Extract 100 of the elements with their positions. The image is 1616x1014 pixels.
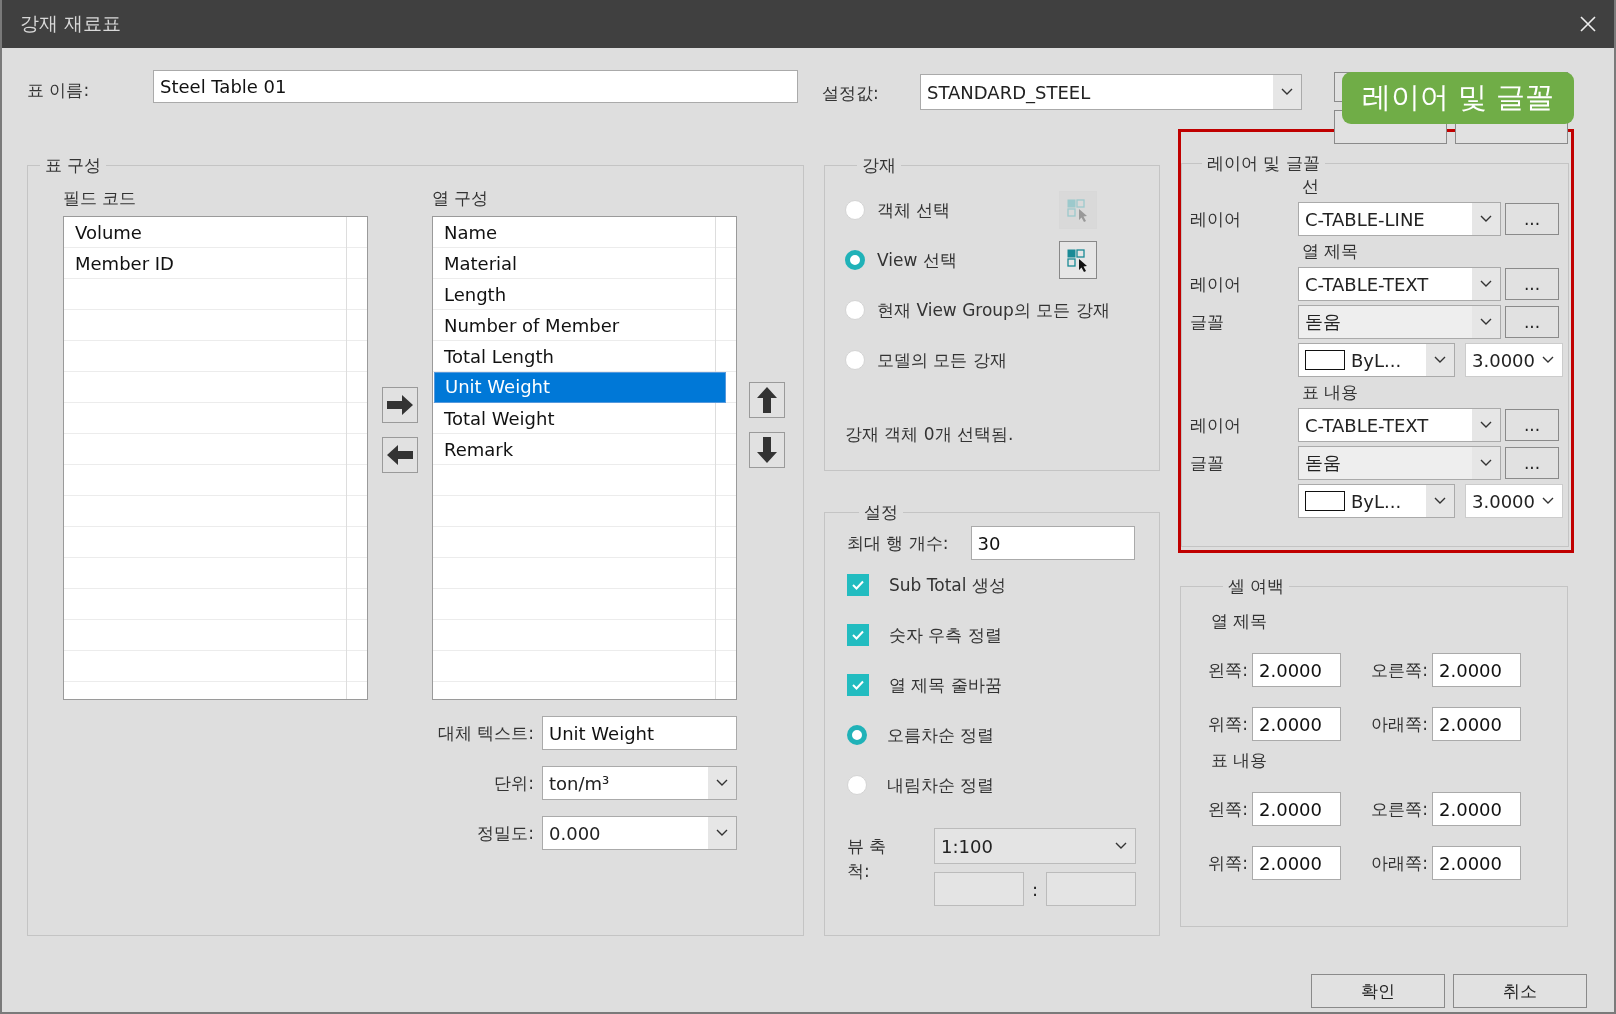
list-item[interactable]: Remark	[434, 434, 726, 465]
chevron-down-icon	[1281, 88, 1293, 96]
list-title: 열 구성	[432, 187, 490, 210]
field-label: 글꼴	[1190, 310, 1225, 334]
dialog-button[interactable]: 확인	[1311, 974, 1445, 1008]
list-item[interactable]: Total Weight	[434, 403, 726, 434]
move-up-button[interactable]	[749, 382, 785, 418]
callout-tooltip: 레이어 및 글꼴	[1342, 72, 1574, 124]
option-label: 모델의 모든 강재	[877, 348, 1007, 372]
option-label: 내림차순 정렬	[887, 773, 995, 797]
add-button[interactable]	[382, 387, 418, 423]
alt-text-field[interactable]: Unit Weight	[542, 716, 737, 750]
browse-button[interactable]: ...	[1505, 306, 1559, 338]
chevron-down-icon	[1480, 318, 1492, 326]
group-title: 설정	[863, 501, 899, 525]
browse-button[interactable]: ...	[1505, 447, 1559, 479]
arrow-right-icon	[385, 394, 415, 416]
text-height-dropdown[interactable]: 3.0000	[1465, 343, 1563, 377]
close-icon	[1580, 16, 1596, 32]
text-height-dropdown[interactable]: 3.0000	[1465, 484, 1563, 518]
list-item[interactable]: Name	[434, 217, 726, 248]
field-label: 뷰 축척:	[847, 835, 888, 883]
layer-dropdown[interactable]: C-TABLE-TEXT	[1298, 267, 1501, 301]
arrow-left-icon	[385, 444, 415, 466]
section-title: 열 제목	[1302, 240, 1360, 263]
section-title: 표 내용	[1211, 749, 1269, 772]
field-label: 오른쪽:	[1371, 658, 1428, 682]
option-label: 객체 선택	[877, 198, 951, 222]
radio-button[interactable]	[845, 300, 865, 320]
scale-field[interactable]	[934, 872, 1024, 907]
margin-field[interactable]: 2.0000	[1252, 707, 1341, 741]
radio-button[interactable]	[845, 350, 865, 370]
unit-dropdown[interactable]: ton/m³	[542, 766, 737, 800]
font-dropdown[interactable]: 돋움	[1298, 446, 1501, 480]
color-dropdown[interactable]: ByL...	[1298, 484, 1455, 518]
pick-button[interactable]	[1059, 241, 1097, 279]
field-label: 표 이름:	[27, 79, 91, 102]
color-dropdown[interactable]: ByL...	[1298, 343, 1455, 377]
margin-field[interactable]: 2.0000	[1432, 792, 1521, 826]
group-title: 셀 여백	[1227, 575, 1286, 598]
browse-button[interactable]: ...	[1505, 268, 1559, 300]
table-name-field[interactable]: Steel Table 01	[153, 70, 798, 103]
radio-button[interactable]	[847, 725, 867, 746]
checkmark-icon	[851, 628, 865, 643]
chevron-down-icon	[1542, 356, 1555, 364]
layer-dropdown[interactable]: C-TABLE-TEXT	[1298, 408, 1501, 442]
checkmark-icon	[851, 678, 865, 693]
checkbox[interactable]	[847, 674, 869, 697]
margin-field[interactable]: 2.0000	[1432, 707, 1521, 741]
option-label: 현재 View Group의 모든 강재	[877, 298, 1110, 322]
list-item[interactable]: Total Length	[434, 341, 726, 372]
field-label: 위쪽:	[1208, 851, 1248, 875]
radio-button[interactable]	[847, 775, 867, 796]
browse-button[interactable]: ...	[1505, 203, 1559, 235]
max-rows-field[interactable]: 30	[970, 526, 1135, 561]
browse-button[interactable]: ...	[1505, 409, 1559, 441]
list-item[interactable]: Number of Member	[434, 310, 726, 341]
precision-dropdown[interactable]: 0.000	[542, 816, 737, 850]
margin-field[interactable]: 2.0000	[1252, 653, 1341, 687]
margin-field[interactable]: 2.0000	[1432, 653, 1521, 687]
checkbox[interactable]	[847, 574, 869, 597]
selection-status: 강재 객체 0개 선택됨.	[845, 423, 1015, 446]
checkmark-icon	[851, 578, 865, 593]
radio-button[interactable]	[845, 200, 865, 220]
list-item[interactable]: Member ID	[65, 248, 357, 279]
preset-dropdown[interactable]: STANDARD_STEEL	[920, 74, 1302, 110]
field-label: 정밀도:	[477, 821, 534, 845]
ratio-separator: :	[1032, 878, 1039, 900]
section-title: 표 내용	[1302, 381, 1360, 404]
arrow-down-icon	[756, 435, 778, 465]
field-label: 오른쪽:	[1371, 797, 1428, 821]
section-title: 열 제목	[1211, 610, 1269, 633]
field-label: 왼쪽:	[1208, 658, 1248, 682]
field-label: 위쪽:	[1208, 712, 1248, 736]
chevron-down-icon	[1434, 356, 1446, 364]
field-label: 글꼴	[1190, 451, 1225, 475]
margin-field[interactable]: 2.0000	[1252, 846, 1341, 880]
group-title: 표 구성	[44, 154, 103, 177]
view-scale-dropdown[interactable]: 1:100	[934, 828, 1136, 865]
radio-button[interactable]	[845, 250, 865, 270]
layer-dropdown[interactable]: C-TABLE-LINE	[1298, 202, 1501, 236]
field-label: 단위:	[494, 771, 534, 795]
scale-field[interactable]	[1046, 872, 1137, 907]
move-down-button[interactable]	[749, 432, 785, 468]
field-label: 아래쪽:	[1371, 712, 1428, 736]
margin-field[interactable]: 2.0000	[1432, 846, 1521, 880]
option-label: 숫자 우측 정렬	[889, 623, 1002, 647]
checkbox[interactable]	[847, 624, 869, 647]
field-label: 왼쪽:	[1208, 797, 1248, 821]
section-title: 선	[1302, 175, 1320, 198]
list-item[interactable]: Length	[434, 279, 726, 310]
arrow-up-icon	[756, 385, 778, 415]
dialog-button[interactable]: 취소	[1453, 974, 1587, 1008]
list-item[interactable]: Unit Weight	[434, 372, 726, 403]
font-dropdown[interactable]: 돋움	[1298, 305, 1501, 339]
list-item[interactable]: Material	[434, 248, 726, 279]
margin-field[interactable]: 2.0000	[1252, 792, 1341, 826]
list-title: 필드 코드	[63, 187, 138, 210]
list-item[interactable]: Volume	[65, 217, 357, 248]
remove-button[interactable]	[382, 437, 418, 473]
